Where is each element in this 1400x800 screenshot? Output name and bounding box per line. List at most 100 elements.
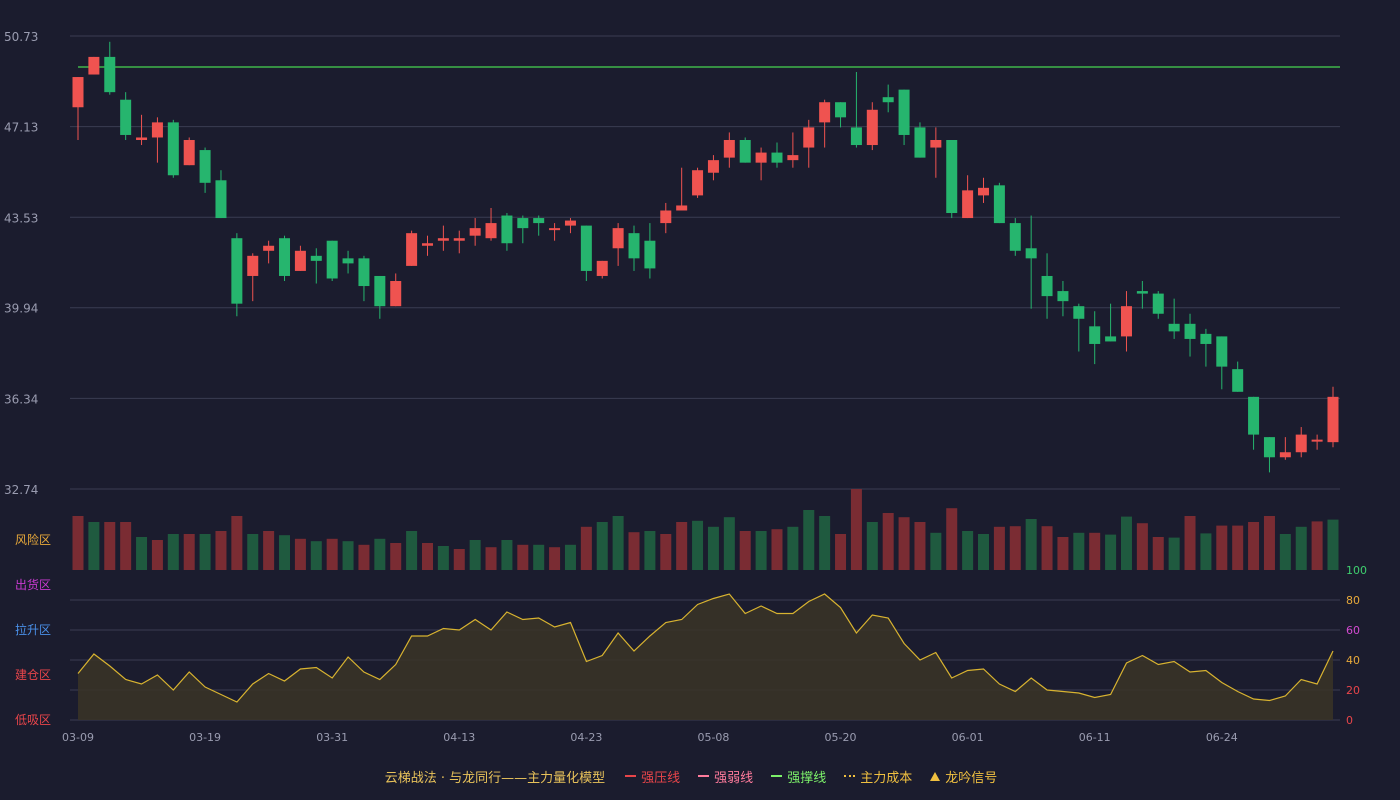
candle[interactable] — [612, 223, 624, 266]
volume-bar[interactable] — [819, 516, 831, 570]
volume-bar[interactable] — [1168, 537, 1180, 570]
volume-bar[interactable] — [263, 531, 275, 570]
legend-item-pressure-line[interactable]: 强压线 — [625, 767, 680, 786]
volume-bar[interactable] — [660, 534, 672, 570]
volume-bar[interactable] — [390, 543, 402, 570]
legend-item-support-line[interactable]: 强撑线 — [771, 767, 826, 786]
volume-bar[interactable] — [199, 534, 211, 570]
volume-bar[interactable] — [294, 538, 306, 570]
volume-bar[interactable] — [866, 522, 878, 570]
volume-bar[interactable] — [978, 534, 990, 570]
candle[interactable] — [1263, 437, 1275, 473]
candle[interactable] — [1311, 434, 1323, 450]
candle[interactable] — [1120, 291, 1132, 352]
candle[interactable] — [755, 147, 767, 181]
candle[interactable] — [1105, 303, 1117, 342]
volume-bar[interactable] — [342, 541, 354, 570]
volume-bar[interactable] — [358, 544, 370, 570]
candle[interactable] — [1152, 291, 1164, 319]
candle[interactable] — [993, 182, 1005, 224]
candle[interactable] — [136, 114, 148, 146]
volume-bar[interactable] — [739, 531, 751, 570]
volume-bar[interactable] — [628, 532, 640, 570]
volume-bar[interactable] — [707, 526, 719, 570]
volume-bar[interactable] — [104, 522, 116, 570]
candle[interactable] — [469, 218, 481, 246]
volume-bar[interactable] — [1295, 526, 1307, 570]
candle[interactable] — [120, 92, 132, 140]
candle[interactable] — [231, 233, 243, 317]
volume-bar[interactable] — [406, 531, 418, 570]
candle[interactable] — [596, 260, 608, 279]
candle[interactable] — [1232, 361, 1244, 392]
volume-bar[interactable] — [882, 513, 894, 570]
candle[interactable] — [866, 102, 878, 151]
volume-bar[interactable] — [247, 534, 259, 570]
volume-bar[interactable] — [279, 535, 291, 570]
volume-bar[interactable] — [1248, 522, 1260, 570]
volume-bar[interactable] — [1279, 534, 1291, 570]
volume-bar[interactable] — [326, 538, 338, 570]
volume-bar[interactable] — [914, 522, 926, 570]
candle[interactable] — [326, 240, 338, 282]
candle[interactable] — [167, 119, 179, 178]
candle[interactable] — [1295, 427, 1307, 458]
volume-bar[interactable] — [215, 531, 227, 570]
volume-bar[interactable] — [1216, 525, 1228, 570]
candle[interactable] — [199, 147, 211, 193]
volume-bar[interactable] — [755, 531, 767, 570]
volume-bar[interactable] — [1232, 525, 1244, 570]
candle[interactable] — [485, 207, 497, 241]
candle[interactable] — [1136, 281, 1148, 309]
volume-bar[interactable] — [1263, 516, 1275, 570]
candle[interactable] — [723, 132, 735, 168]
candle[interactable] — [676, 167, 688, 211]
volume-bar[interactable] — [835, 534, 847, 570]
candle[interactable] — [421, 235, 433, 256]
volume-bar[interactable] — [676, 522, 688, 570]
volume-bar[interactable] — [898, 517, 910, 570]
volume-bar[interactable] — [469, 540, 481, 570]
candle[interactable] — [183, 137, 195, 166]
candle[interactable] — [342, 250, 354, 274]
volume-bar[interactable] — [692, 520, 704, 570]
candle[interactable] — [1327, 386, 1339, 448]
legend-item-dragon-signal[interactable]: 龙吟信号 — [930, 767, 997, 786]
candle[interactable] — [390, 273, 402, 307]
candle[interactable] — [374, 275, 386, 319]
candle[interactable] — [580, 225, 592, 282]
volume-bar[interactable] — [771, 529, 783, 570]
volume-bar[interactable] — [850, 489, 862, 570]
candle[interactable] — [1200, 328, 1212, 367]
volume-bar[interactable] — [1311, 521, 1323, 570]
volume-bar[interactable] — [310, 541, 322, 570]
candle[interactable] — [835, 102, 847, 128]
candle[interactable] — [914, 122, 926, 158]
candle[interactable] — [533, 215, 545, 236]
candle[interactable] — [279, 235, 291, 282]
candle[interactable] — [1041, 253, 1053, 319]
candle[interactable] — [88, 56, 100, 75]
volume-bar[interactable] — [803, 510, 815, 570]
volume-bar[interactable] — [151, 540, 163, 570]
candle[interactable] — [660, 202, 672, 234]
volume-bar[interactable] — [787, 526, 799, 570]
candle[interactable] — [151, 117, 163, 163]
volume-bar[interactable] — [533, 544, 545, 570]
volume-bar[interactable] — [1089, 532, 1101, 570]
volume-bar[interactable] — [136, 537, 148, 570]
volume-bar[interactable] — [437, 546, 449, 570]
volume-bar[interactable] — [1152, 537, 1164, 570]
volume-bar[interactable] — [1120, 516, 1132, 570]
volume-bar[interactable] — [580, 526, 592, 570]
candle[interactable] — [787, 132, 799, 168]
volume-bar[interactable] — [946, 508, 958, 570]
volume-bar[interactable] — [549, 547, 561, 570]
volume-bar[interactable] — [1041, 526, 1053, 570]
candle[interactable] — [1216, 336, 1228, 390]
volume-bar[interactable] — [930, 532, 942, 570]
volume-bar[interactable] — [421, 543, 433, 570]
candle[interactable] — [819, 99, 831, 148]
volume-bar[interactable] — [485, 547, 497, 570]
candle[interactable] — [692, 167, 704, 198]
